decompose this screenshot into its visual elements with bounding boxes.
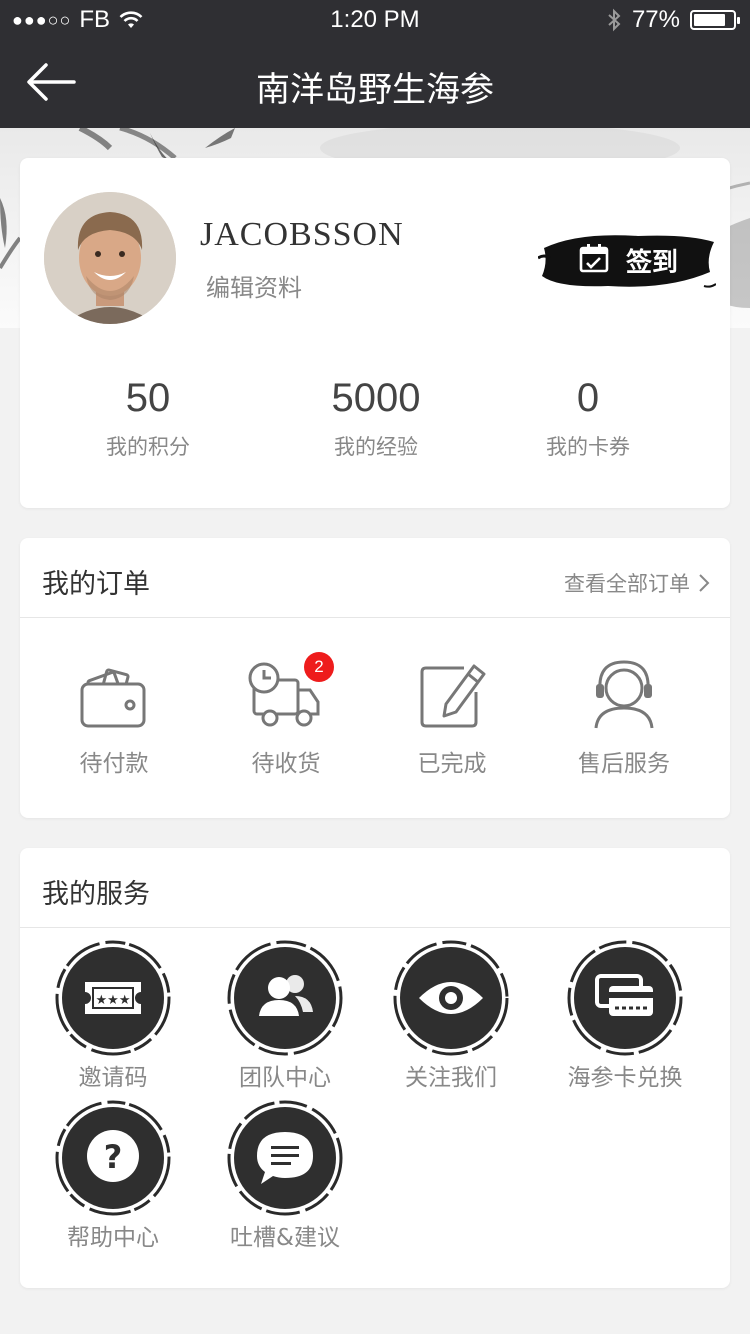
stat-experience[interactable]: 5000 我的经验 <box>276 376 476 461</box>
orders-title: 我的订单 <box>42 569 150 600</box>
team-icon <box>227 940 343 1056</box>
svg-text:★★★: ★★★ <box>96 993 131 1008</box>
services-title: 我的服务 <box>42 879 150 910</box>
order-pending-payment[interactable]: 待付款 <box>34 658 194 778</box>
chevron-right-icon <box>699 574 710 592</box>
profile-card: JACOBSSON 编辑资料 签到 50 我的积分 5000 我的经验 0 我的… <box>20 158 730 508</box>
stat-label: 我的积分 <box>106 435 190 459</box>
page-title: 南洋岛野生海参 <box>256 70 494 110</box>
stats-row: 50 我的积分 5000 我的经验 0 我的卡券 <box>20 376 730 476</box>
service-label: 海参卡兑换 <box>567 1065 683 1091</box>
orders-card: 我的订单 查看全部订单 待付款 2 待收货 已完成 售后服务 <box>20 538 730 818</box>
order-completed[interactable]: 已完成 <box>372 658 532 778</box>
help-icon: ? <box>55 1100 171 1216</box>
service-card-exchange[interactable]: 海参卡兑换 <box>540 940 710 1092</box>
stat-coupons[interactable]: 0 我的卡券 <box>488 376 688 461</box>
stat-value: 5000 <box>331 376 421 420</box>
sign-in-button[interactable]: 签到 <box>537 228 717 294</box>
stat-points[interactable]: 50 我的积分 <box>48 376 248 461</box>
wallet-icon <box>74 658 154 730</box>
edit-profile-link[interactable]: 编辑资料 <box>206 268 302 303</box>
svg-text:?: ? <box>104 1138 123 1176</box>
service-label: 邀请码 <box>78 1065 148 1091</box>
order-label: 已完成 <box>417 751 487 777</box>
chat-icon <box>227 1100 343 1216</box>
delivery-truck-icon: 2 <box>246 652 334 730</box>
stat-label: 我的经验 <box>334 435 418 459</box>
service-label: 团队中心 <box>239 1065 331 1091</box>
service-team-center[interactable]: 团队中心 <box>200 940 370 1092</box>
order-label: 待付款 <box>79 751 149 777</box>
battery-percent: 77% <box>631 6 680 33</box>
order-badge: 2 <box>304 652 334 682</box>
eye-icon <box>393 940 509 1056</box>
avatar[interactable] <box>44 192 176 324</box>
avatar-photo-icon <box>44 192 176 324</box>
stat-value: 0 <box>576 376 600 420</box>
nav-bar: 南洋岛野生海参 <box>0 40 750 128</box>
bluetooth-icon <box>608 8 621 32</box>
battery-icon <box>690 10 740 30</box>
calendar-check-icon <box>579 244 609 273</box>
service-label: 关注我们 <box>405 1065 497 1091</box>
order-label: 待收货 <box>251 751 321 777</box>
order-after-sales[interactable]: 售后服务 <box>544 658 704 778</box>
services-card: 我的服务 ★★★ 邀请码 团队中心 关注我们 海参卡兑换 ? 帮助中心 吐槽&建… <box>20 848 730 1288</box>
service-feedback[interactable]: 吐槽&建议 <box>200 1100 370 1252</box>
view-all-orders-link[interactable]: 查看全部订单 <box>564 568 710 598</box>
service-label: 吐槽&建议 <box>230 1225 340 1251</box>
sign-in-label: 签到 <box>626 248 679 278</box>
edit-note-icon <box>412 658 492 730</box>
status-bar: ●●●○○ FB 1:20 PM 77% <box>0 0 750 40</box>
service-help-center[interactable]: ? 帮助中心 <box>28 1100 198 1252</box>
order-pending-receipt[interactable]: 2 待收货 <box>206 652 366 778</box>
stat-value: 50 <box>125 376 171 420</box>
view-all-label: 查看全部订单 <box>564 572 690 596</box>
service-follow-us[interactable]: 关注我们 <box>366 940 536 1092</box>
ticket-icon: ★★★ <box>55 940 171 1056</box>
status-right: 77% <box>606 6 740 34</box>
customer-service-icon <box>584 658 664 730</box>
order-label: 售后服务 <box>578 751 670 777</box>
service-label: 帮助中心 <box>67 1225 159 1251</box>
cards-icon <box>567 940 683 1056</box>
services-header: 我的服务 <box>20 848 730 928</box>
orders-header: 我的订单 查看全部订单 <box>20 538 730 618</box>
stat-label: 我的卡券 <box>546 435 630 459</box>
service-invite-code[interactable]: ★★★ 邀请码 <box>28 940 198 1092</box>
username: JACOBSSON <box>200 216 404 253</box>
